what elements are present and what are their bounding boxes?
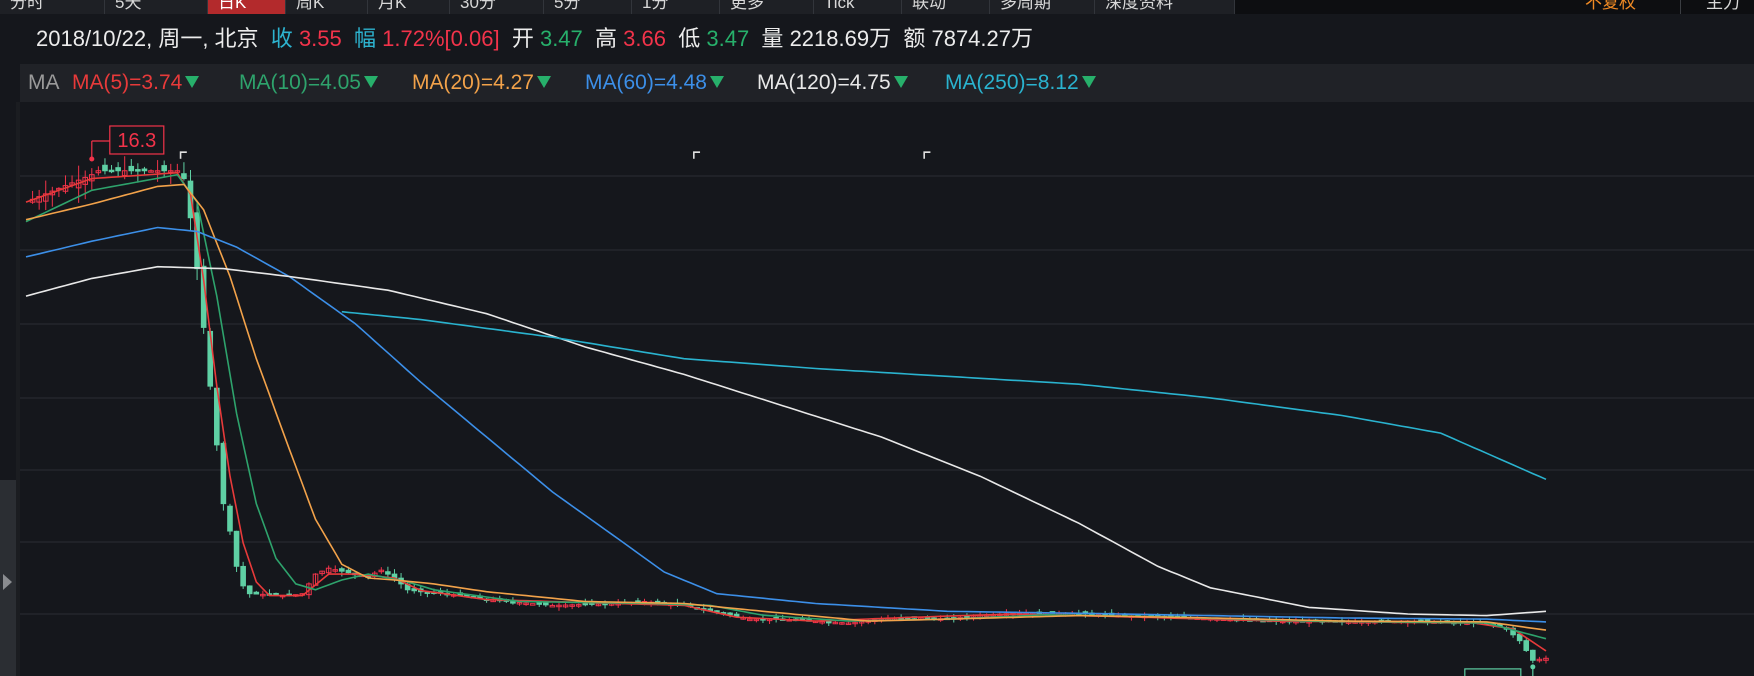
- ma120-line: [25, 265, 1547, 617]
- event-marker: ⌜: [921, 149, 931, 174]
- candle-down: [128, 165, 135, 172]
- candle-down: [345, 569, 352, 574]
- candle-down: [141, 168, 148, 172]
- candle-down: [727, 612, 733, 616]
- candle-down: [161, 165, 167, 172]
- candle-down: [253, 591, 260, 595]
- candle-down: [1530, 649, 1536, 661]
- max-dot: [89, 156, 95, 162]
- ma250-line: [341, 310, 1547, 481]
- candle-down: [273, 592, 279, 596]
- candle-down: [733, 613, 740, 617]
- candle-down: [233, 530, 240, 567]
- candle-up: [529, 603, 536, 606]
- candle-down: [582, 602, 589, 606]
- candle-down: [227, 505, 233, 532]
- candle-down: [385, 571, 391, 575]
- event-marker: ⌜: [691, 149, 701, 174]
- candle-down: [220, 442, 227, 505]
- event-marker: ⌜: [178, 149, 188, 174]
- candle-down: [825, 620, 832, 624]
- candle-up: [747, 618, 753, 622]
- candle-down: [246, 585, 253, 595]
- candle-down: [115, 167, 121, 172]
- candle-down: [339, 568, 345, 572]
- candle-down: [1523, 640, 1530, 651]
- candle-down: [510, 601, 516, 604]
- candle-down: [108, 169, 115, 173]
- candle-down: [135, 169, 141, 172]
- candle-down: [543, 602, 549, 606]
- candle-up: [549, 604, 556, 608]
- candle-down: [240, 565, 246, 587]
- candle-down: [536, 602, 543, 605]
- candle-down: [102, 164, 108, 172]
- ma60-line: [25, 226, 1547, 623]
- max-label: 16.3: [117, 130, 156, 152]
- candle-down: [181, 173, 187, 180]
- kline-chart[interactable]: ⌜⌜⌜16.33.33: [0, 0, 1754, 676]
